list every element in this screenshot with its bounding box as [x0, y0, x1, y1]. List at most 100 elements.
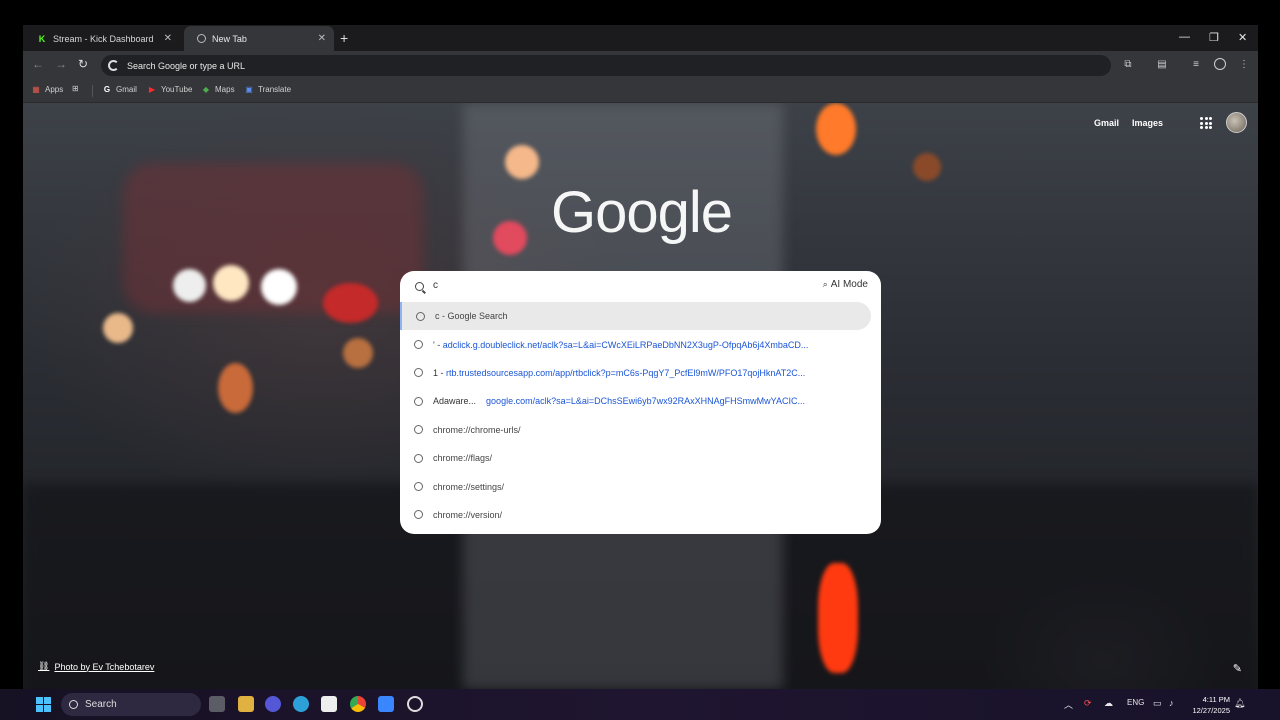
sync-icon[interactable]: ⟳: [1084, 698, 1092, 709]
suggestion-item[interactable]: ' - adclick.g.doubleclick.net/aclk?sa=L&…: [400, 330, 881, 358]
clock[interactable]: 4:11 PM 12/27/2025: [1192, 694, 1230, 716]
divider: [92, 85, 93, 97]
close-tab-icon[interactable]: ✕: [318, 33, 326, 44]
tab-search-icon[interactable]: ▤: [1156, 58, 1168, 70]
restore-icon[interactable]: ❐: [1209, 31, 1219, 44]
new-tab-page: Gmail Images Google c ⌕ AI Mode c - Goog…: [23, 103, 1258, 689]
store-icon[interactable]: [321, 696, 337, 712]
suggestion-item[interactable]: chrome://version/: [400, 501, 881, 529]
clock-date: 12/27/2025: [1192, 706, 1230, 715]
new-tab-button[interactable]: +: [340, 30, 348, 46]
chrome-icon[interactable]: [350, 696, 366, 712]
task-view-icon[interactable]: [209, 696, 225, 712]
bookmark-label: Translate: [258, 84, 292, 94]
bokeh-light: [261, 269, 297, 305]
search-input[interactable]: c: [433, 280, 438, 291]
network-icon[interactable]: ▭: [1153, 698, 1162, 709]
chrome-window: K Stream - Kick Dashboard ✕ New Tab ✕ + …: [23, 25, 1258, 689]
bookmark-translate[interactable]: ▣ Translate: [244, 84, 291, 94]
google-apps-icon[interactable]: [1200, 117, 1212, 129]
teams-icon[interactable]: [265, 696, 281, 712]
suggestion-text: c - Google Search: [435, 311, 508, 322]
bokeh-light: [213, 265, 249, 301]
suggestion-title: Adaware...: [433, 396, 477, 407]
tab-new-tab[interactable]: New Tab ✕: [184, 26, 334, 51]
omnibox[interactable]: Search Google or type a URL: [101, 55, 1111, 76]
translate-icon: ▣: [245, 84, 253, 94]
maps-icon: ◆: [202, 84, 210, 94]
google-icon: G: [103, 84, 111, 94]
forward-icon[interactable]: →: [55, 57, 67, 71]
customize-pencil-icon[interactable]: ✎: [1233, 662, 1242, 675]
extensions-icon[interactable]: ⧉: [1122, 58, 1134, 70]
bookmark-apps[interactable]: ▦ Apps: [31, 84, 63, 94]
globe-icon: [414, 453, 423, 463]
suggestion-item[interactable]: Adaware... google.com/aclk?sa=L&ai=DChsS…: [400, 387, 881, 415]
link-icon: ⛓: [38, 661, 50, 671]
search-box[interactable]: c ⌕ AI Mode: [400, 271, 881, 302]
suggestion-item[interactable]: 1 - rtb.trustedsourcesapp.com/app/rtbcli…: [400, 359, 881, 387]
photo-credit-text: Photo by Ev Tchebotarev: [54, 661, 155, 672]
reading-list-icon[interactable]: ≡: [1190, 58, 1202, 70]
bookmark-label: Gmail: [116, 84, 137, 94]
avatar[interactable]: [1226, 112, 1247, 133]
suggestion-url: adclick.g.doubleclick.net/aclk?sa=L&ai=C…: [442, 339, 809, 350]
globe-icon: [414, 396, 423, 406]
bokeh-light: [343, 338, 373, 368]
profile-icon[interactable]: [1214, 58, 1226, 70]
bokeh-light: [103, 313, 133, 343]
close-window-icon[interactable]: ✕: [1238, 31, 1247, 44]
suggestion-title: ' -: [433, 339, 441, 350]
tab-groups-icon[interactable]: ⊞: [72, 84, 79, 93]
notification-bell-icon[interactable]: 🔔︎: [1234, 698, 1245, 709]
suggestion-item[interactable]: chrome://settings/: [400, 472, 881, 500]
google-icon: [108, 60, 119, 71]
globe-icon: [414, 340, 423, 350]
search-icon: [69, 700, 78, 709]
suggestion-item[interactable]: chrome://chrome-urls/: [400, 416, 881, 444]
bookmark-gmail[interactable]: G Gmail: [102, 84, 137, 94]
suggestion-list: c - Google Search ' - adclick.g.doublecl…: [400, 302, 881, 529]
suggestion-title: 1 -: [433, 367, 444, 378]
close-tab-icon[interactable]: ✕: [164, 33, 172, 44]
volume-icon[interactable]: ♪: [1169, 698, 1174, 708]
tray-chevron-icon[interactable]: ︿: [1064, 698, 1073, 711]
taskbar-search[interactable]: Search: [61, 693, 201, 716]
language-indicator[interactable]: ENG: [1127, 698, 1144, 707]
photo-credit-link[interactable]: ⛓ Photo by Ev Tchebotarev: [38, 661, 154, 672]
bokeh-light: [323, 283, 378, 323]
bookmark-label: YouTube: [161, 84, 193, 94]
suggestion-url: rtb.trustedsourcesapp.com/app/rtbclick?p…: [446, 367, 806, 378]
images-link[interactable]: Images: [1132, 118, 1163, 128]
globe-icon: [414, 510, 423, 520]
search-icon: [415, 282, 424, 291]
gmail-link[interactable]: Gmail: [1094, 118, 1119, 128]
windows-start-icon[interactable]: [36, 697, 51, 712]
chrome-icon: [196, 34, 206, 44]
bokeh-light: [218, 363, 253, 413]
menu-icon[interactable]: ⋮: [1238, 58, 1250, 70]
cloud-icon[interactable]: ☁: [1104, 698, 1113, 709]
tab-kick-dashboard[interactable]: K Stream - Kick Dashboard ✕: [25, 26, 180, 51]
back-icon[interactable]: ←: [32, 57, 44, 71]
taskbar: Search ︿ ⟳ ☁ ENG ▭ ♪ 4:11 PM 12/27/2025 …: [0, 689, 1280, 720]
clock-time: 4:11 PM: [1202, 695, 1230, 704]
defender-icon[interactable]: [378, 696, 394, 712]
suggestion-item[interactable]: chrome://flags/: [400, 444, 881, 472]
ai-mode-label: AI Mode: [830, 279, 868, 290]
bookmark-youtube[interactable]: ▶ YouTube: [147, 84, 193, 94]
settings-icon[interactable]: [407, 696, 423, 712]
tab-strip: K Stream - Kick Dashboard ✕ New Tab ✕ + …: [23, 25, 1258, 51]
bookmark-maps[interactable]: ◆ Maps: [201, 84, 235, 94]
google-logo: Google: [551, 180, 733, 245]
minimize-icon[interactable]: —: [1179, 31, 1190, 43]
ai-mode-button[interactable]: ⌕ AI Mode: [823, 279, 868, 290]
file-explorer-icon[interactable]: [238, 696, 254, 712]
youtube-icon: ▶: [148, 84, 156, 94]
header-links: Gmail Images: [1094, 118, 1208, 128]
sparkle-search-icon: ⌕: [822, 279, 828, 289]
edge-icon[interactable]: [293, 696, 309, 712]
bokeh-light: [816, 103, 856, 155]
suggestion-item[interactable]: c - Google Search: [400, 302, 871, 331]
reload-icon[interactable]: ↻: [78, 57, 88, 71]
